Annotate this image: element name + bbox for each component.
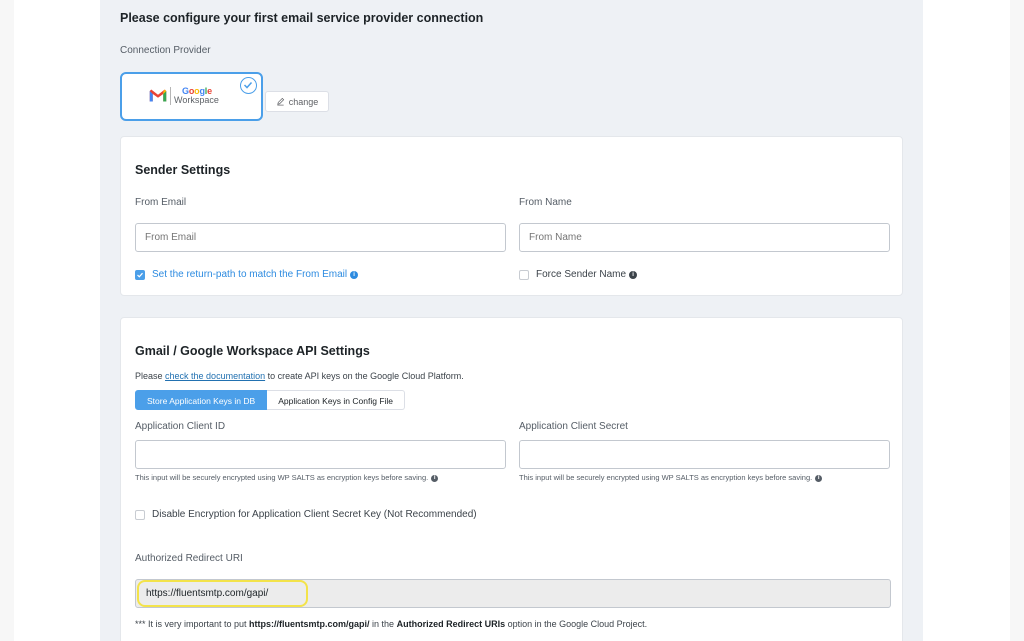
note-suffix: option in the Google Cloud Project. xyxy=(505,619,648,629)
help-text: This input will be securely encrypted us… xyxy=(519,473,813,482)
client-id-input[interactable] xyxy=(135,440,506,469)
connection-provider-label: Connection Provider xyxy=(120,45,211,56)
help-text: This input will be securely encrypted us… xyxy=(135,473,429,482)
left-gutter xyxy=(0,0,14,641)
from-name-label: From Name xyxy=(519,197,572,208)
api-settings-card: Gmail / Google Workspace API Settings Pl… xyxy=(120,317,903,641)
tab-config-file[interactable]: Application Keys in Config File xyxy=(267,390,406,410)
info-icon: i xyxy=(350,271,359,279)
key-storage-tabs: Store Application Keys in DB Application… xyxy=(135,390,406,410)
disable-encryption-checkbox[interactable] xyxy=(135,510,145,520)
info-icon: i xyxy=(629,271,638,279)
gmail-icon xyxy=(149,89,167,102)
redirect-uri-field[interactable]: https://fluentsmtp.com/gapi/ xyxy=(135,579,891,608)
return-path-label: Set the return-path to match the From Em… xyxy=(152,269,348,280)
info-icon: i xyxy=(431,475,439,482)
api-settings-title: Gmail / Google Workspace API Settings xyxy=(135,344,370,358)
tab-store-in-db[interactable]: Store Application Keys in DB xyxy=(135,390,268,410)
info-icon: i xyxy=(815,475,823,482)
client-secret-input[interactable] xyxy=(519,440,890,469)
documentation-link[interactable]: check the documentation xyxy=(165,371,265,381)
client-secret-help: This input will be securely encrypted us… xyxy=(519,473,823,482)
note-bold: Authorized Redirect URIs xyxy=(396,619,506,629)
pencil-icon xyxy=(277,97,284,106)
from-email-input[interactable] xyxy=(135,223,506,252)
return-path-option[interactable]: Set the return-path to match the From Em… xyxy=(152,269,359,280)
note-middle: in the xyxy=(369,619,397,629)
change-label: change xyxy=(288,96,319,107)
logo-divider xyxy=(170,87,171,105)
sender-settings-title: Sender Settings xyxy=(135,163,231,177)
page-heading: Please configure your first email servic… xyxy=(120,11,484,25)
disable-encryption-label[interactable]: Disable Encryption for Application Clien… xyxy=(152,509,477,520)
change-provider-button[interactable]: change xyxy=(265,91,329,112)
redirect-uri-note: *** It is very important to put https://… xyxy=(135,619,647,629)
client-secret-label: Application Client Secret xyxy=(519,421,628,432)
checkmark-icon xyxy=(137,272,143,278)
workspace-logo-text: Workspace xyxy=(174,95,219,105)
redirect-uri-label: Authorized Redirect URI xyxy=(135,553,243,564)
note-url: https://fluentsmtp.com/gapi/ xyxy=(249,619,370,629)
right-gutter xyxy=(1010,0,1024,641)
doc-suffix: to create API keys on the Google Cloud P… xyxy=(265,371,464,381)
check-circle-icon xyxy=(240,77,257,94)
force-sender-checkbox[interactable] xyxy=(519,270,529,280)
doc-prefix: Please xyxy=(135,371,166,381)
redirect-uri-value: https://fluentsmtp.com/gapi/ xyxy=(137,580,308,607)
force-sender-label: Force Sender Name xyxy=(536,269,627,280)
client-id-help: This input will be securely encrypted us… xyxy=(135,473,439,482)
provider-card-google-workspace[interactable]: Google Workspace xyxy=(120,72,263,121)
from-email-label: From Email xyxy=(135,197,187,208)
return-path-checkbox[interactable] xyxy=(135,270,145,280)
force-sender-option[interactable]: Force Sender Name i xyxy=(536,269,638,280)
documentation-hint: Please check the documentation to create… xyxy=(135,371,464,381)
client-id-label: Application Client ID xyxy=(135,421,226,432)
from-name-input[interactable] xyxy=(519,223,890,252)
sender-settings-card: Sender Settings From Email From Name Set… xyxy=(120,136,903,296)
note-prefix: *** It is very important to put xyxy=(135,619,250,629)
